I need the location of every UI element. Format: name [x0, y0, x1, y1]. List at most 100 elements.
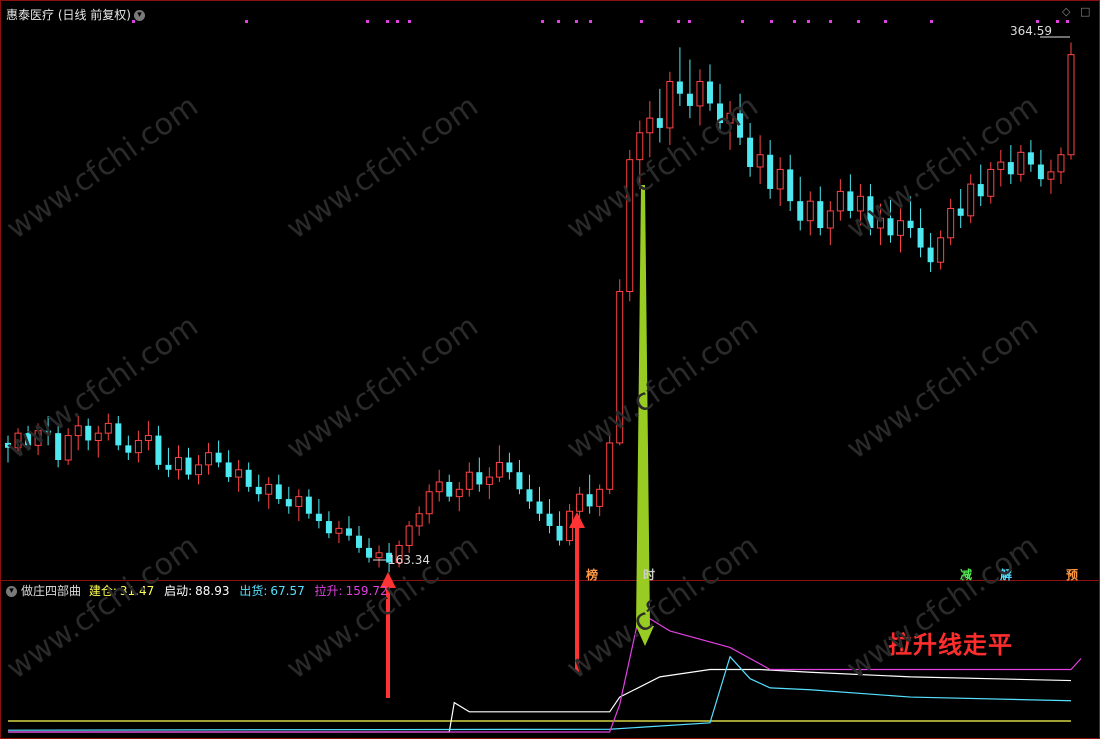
annotation-text: 拉升线走平: [888, 631, 1013, 659]
candle-body-down: [817, 201, 824, 229]
candle-body-down: [526, 489, 533, 502]
candle-body-down: [977, 184, 984, 197]
signal-dot: [793, 20, 796, 23]
signal-dot: [386, 20, 389, 23]
candle-body-down: [366, 547, 373, 558]
candle-body-up: [455, 488, 463, 498]
candle-body-up: [806, 200, 814, 222]
candle-body-up: [1017, 151, 1025, 175]
signal-dot: [930, 20, 933, 23]
candle-body-up: [235, 469, 243, 478]
candle-body-down: [1007, 162, 1014, 175]
square-icon[interactable]: □: [1080, 5, 1090, 18]
candle-body-up: [947, 207, 955, 239]
candle-body-down: [917, 228, 924, 248]
legend-value-sell: 67.57: [270, 584, 305, 598]
candle-body-up: [195, 464, 203, 476]
candle-body-up: [576, 493, 584, 512]
candle-body-down: [55, 433, 62, 460]
signal-dot: [541, 20, 544, 23]
start-line: [8, 668, 1072, 733]
signal-dot: [741, 20, 744, 23]
legend-label-build: 建仓:: [88, 584, 117, 598]
candle-body-down: [45, 430, 52, 434]
signal-tag-jie: 解: [1000, 568, 1013, 582]
signal-dot: [857, 20, 860, 23]
candle-body-down: [345, 528, 352, 536]
candle-body-up: [94, 432, 102, 441]
signal-dot: [245, 20, 248, 23]
candle-body-down: [686, 93, 693, 106]
sell-line: [7, 655, 1072, 731]
candle-body-up: [937, 237, 945, 263]
candle-body-up: [415, 513, 423, 527]
candle-body-down: [767, 154, 774, 189]
candle-body-down: [656, 118, 663, 128]
candle-body-down: [1027, 152, 1034, 165]
signal-dot: [366, 20, 369, 23]
candle-body-up: [375, 552, 383, 559]
signal-dot: [1056, 20, 1059, 23]
candle-body-down: [927, 247, 934, 263]
candle-body-up: [485, 476, 493, 485]
candle-body-down: [155, 435, 162, 465]
candle-body-up: [756, 154, 764, 168]
candle-body-up: [967, 183, 975, 217]
candle-body-down: [165, 464, 172, 470]
candle-body-up: [335, 527, 343, 534]
indicator-header: ▾ 做庄四部曲 建仓: 31.47 启动: 88.93 出货: 67.57 拉升: 159…: [6, 582, 388, 599]
legend-value-pull: 159.72: [345, 584, 388, 598]
chevron-down-icon[interactable]: ▾: [6, 586, 17, 597]
signal-dot: [688, 20, 691, 23]
candle-body-up: [666, 81, 674, 129]
red-arrow-2-shaft: [575, 526, 579, 672]
candle-body-down: [516, 472, 523, 490]
signal-dot: [770, 20, 773, 23]
candle-body-down: [787, 169, 794, 202]
candle-body-down: [325, 521, 332, 534]
legend-label-pull: 拉升:: [314, 584, 343, 598]
main-chart-title: 惠泰医疗 (日线 前复权) ▾: [6, 6, 145, 23]
signal-tag-jian: 减: [960, 568, 973, 582]
candle-body-down: [717, 103, 724, 124]
annotation-arrows: [380, 185, 654, 698]
legend-value-start: 88.93: [195, 584, 230, 598]
candle-body-up: [144, 435, 152, 441]
candle-body-down: [215, 452, 222, 463]
candle-body-down: [125, 445, 132, 453]
diamond-icon[interactable]: ◇: [1062, 5, 1070, 18]
candle-body-up: [405, 525, 413, 546]
candle-body-down: [747, 137, 754, 167]
red-arrow-1-shaft: [386, 586, 390, 698]
candle-body-up: [606, 442, 614, 490]
candle-body-up: [636, 132, 644, 161]
signal-tag-bang: 榜: [586, 568, 599, 582]
signal-dot: [408, 20, 411, 23]
candle-body-up: [897, 220, 905, 236]
candle-body-up: [1047, 171, 1055, 180]
signal-dot: [884, 20, 887, 23]
signal-dot: [589, 20, 592, 23]
chevron-down-icon[interactable]: ▾: [134, 10, 145, 21]
candle-body-up: [987, 168, 995, 197]
candle-body-up: [997, 161, 1005, 170]
candle-body-down: [676, 81, 683, 94]
legend-label-sell: 出货:: [239, 584, 268, 598]
indicator-name: 做庄四部曲: [21, 584, 82, 598]
candle-body-up: [876, 217, 884, 229]
candle-body-up: [826, 210, 834, 229]
candle-body-up: [134, 439, 142, 454]
candle-body-down: [1037, 164, 1044, 180]
candle-body-up: [14, 432, 22, 449]
signal-dot: [1036, 20, 1039, 23]
signal-dot: [677, 20, 680, 23]
candle-body-up: [34, 430, 42, 446]
candle-body-down: [737, 113, 744, 138]
candle-body-down: [867, 196, 874, 229]
candle-body-up: [435, 481, 443, 493]
candle-body-down: [476, 472, 483, 485]
top-signal-markers: [132, 20, 1069, 23]
candle-body-down: [907, 220, 914, 229]
candle-body-down: [706, 81, 713, 104]
signal-dot: [557, 20, 560, 23]
